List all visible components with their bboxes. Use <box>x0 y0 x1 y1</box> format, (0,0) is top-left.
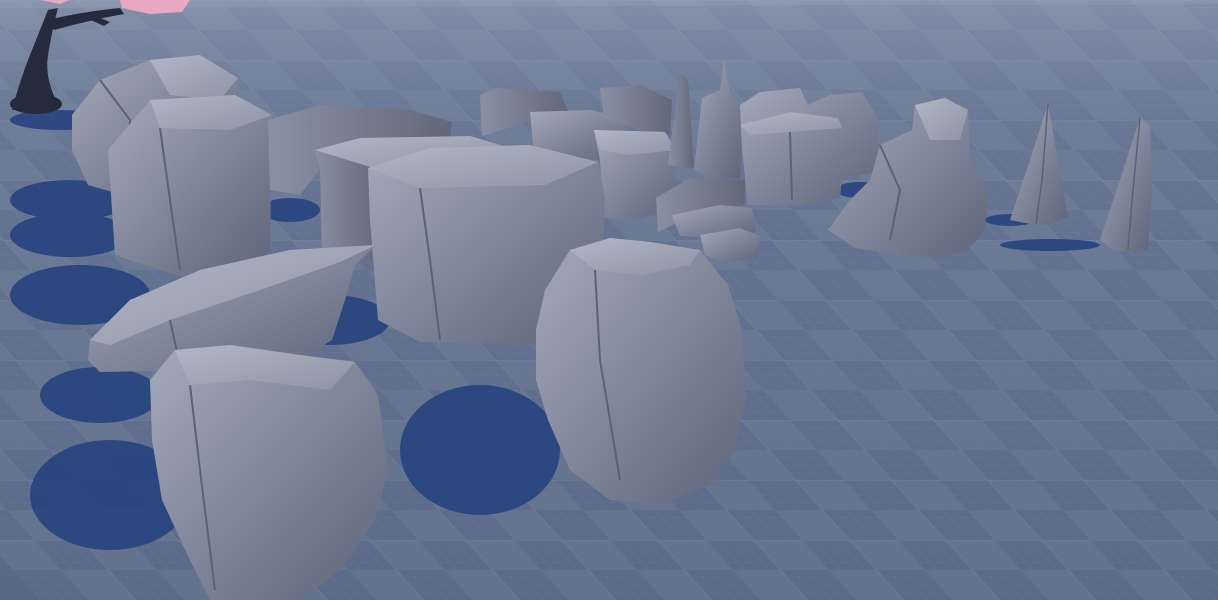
scene-canvas[interactable] <box>0 0 1218 600</box>
game-viewport[interactable] <box>0 0 1218 600</box>
rock-tall-left[interactable] <box>108 95 272 275</box>
